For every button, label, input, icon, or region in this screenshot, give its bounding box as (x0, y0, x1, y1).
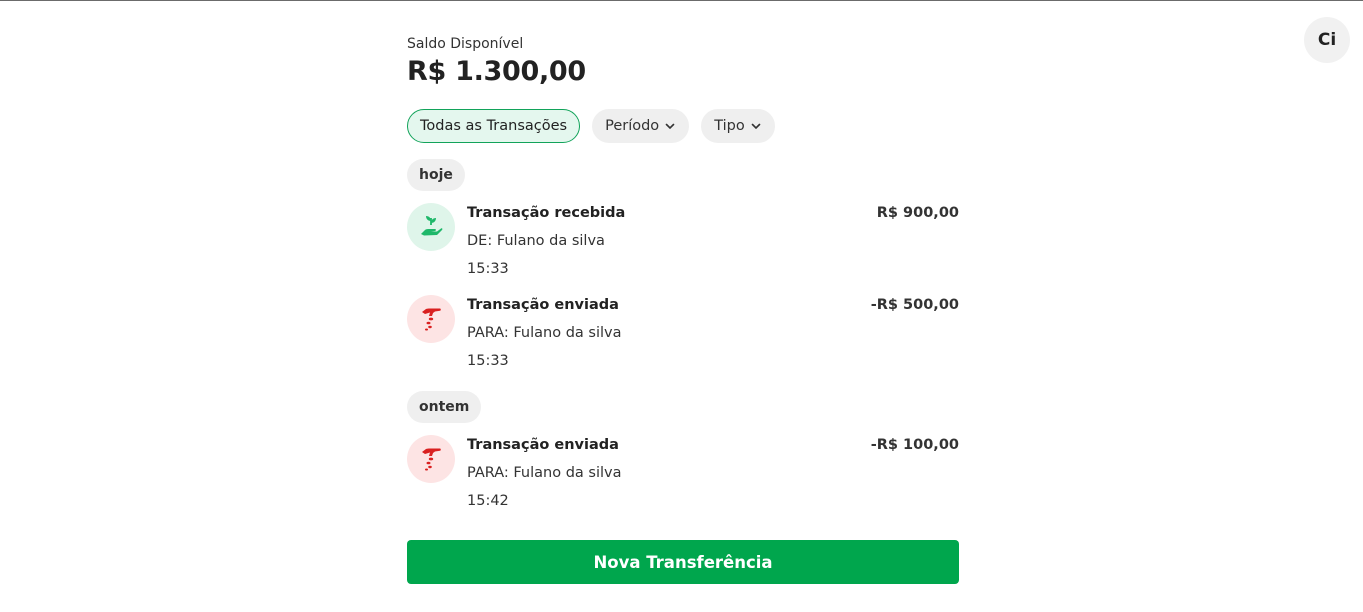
transaction-title: Transação enviada (467, 437, 619, 453)
transaction-item[interactable]: Transação enviada PARA: Fulano da silva … (407, 295, 959, 379)
new-transfer-button[interactable]: Nova Transferência (407, 540, 959, 584)
avatar[interactable]: Ci (1304, 17, 1350, 63)
transaction-item[interactable]: Transação recebida DE: Fulano da silva 1… (407, 203, 959, 287)
transaction-amount: R$ 900,00 (876, 205, 959, 221)
balance-label: Saldo Disponível (407, 36, 524, 52)
filter-label: Todas as Transações (420, 118, 568, 134)
chevron-down-icon (751, 123, 761, 129)
transaction-amount: -R$ 100,00 (870, 437, 959, 453)
transaction-time: 15:42 (467, 493, 509, 509)
transaction-party: PARA: Fulano da silva (467, 325, 622, 341)
transaction-amount: -R$ 500,00 (870, 297, 959, 313)
filter-period-dropdown[interactable]: Período (592, 109, 690, 143)
hand-coins-icon (422, 448, 441, 471)
transaction-item[interactable]: Transação enviada PARA: Fulano da silva … (407, 435, 959, 519)
sent-icon-badge (407, 295, 455, 343)
transaction-title: Transação enviada (467, 297, 619, 313)
transaction-title: Transação recebida (467, 205, 626, 221)
filter-all-transactions[interactable]: Todas as Transações (407, 109, 581, 143)
received-icon-badge (407, 203, 455, 251)
day-label-today: hoje (407, 159, 465, 191)
balance-value: R$ 1.300,00 (407, 56, 586, 87)
filter-label: Tipo (714, 118, 745, 134)
transaction-time: 15:33 (467, 353, 509, 369)
main-content: Saldo Disponível R$ 1.300,00 Todas as Tr… (407, 0, 959, 612)
filter-label: Período (605, 118, 660, 134)
hand-plant-icon (421, 216, 443, 236)
hand-coins-icon (422, 308, 441, 331)
transaction-time: 15:33 (467, 261, 509, 277)
filter-type-dropdown[interactable]: Tipo (701, 109, 775, 143)
day-label-yesterday: ontem (407, 391, 482, 423)
transaction-party: PARA: Fulano da silva (467, 465, 622, 481)
filter-bar: Todas as Transações Período Tipo (407, 109, 775, 143)
sent-icon-badge (407, 435, 455, 483)
transaction-party: DE: Fulano da silva (467, 233, 605, 249)
chevron-down-icon (665, 123, 675, 129)
